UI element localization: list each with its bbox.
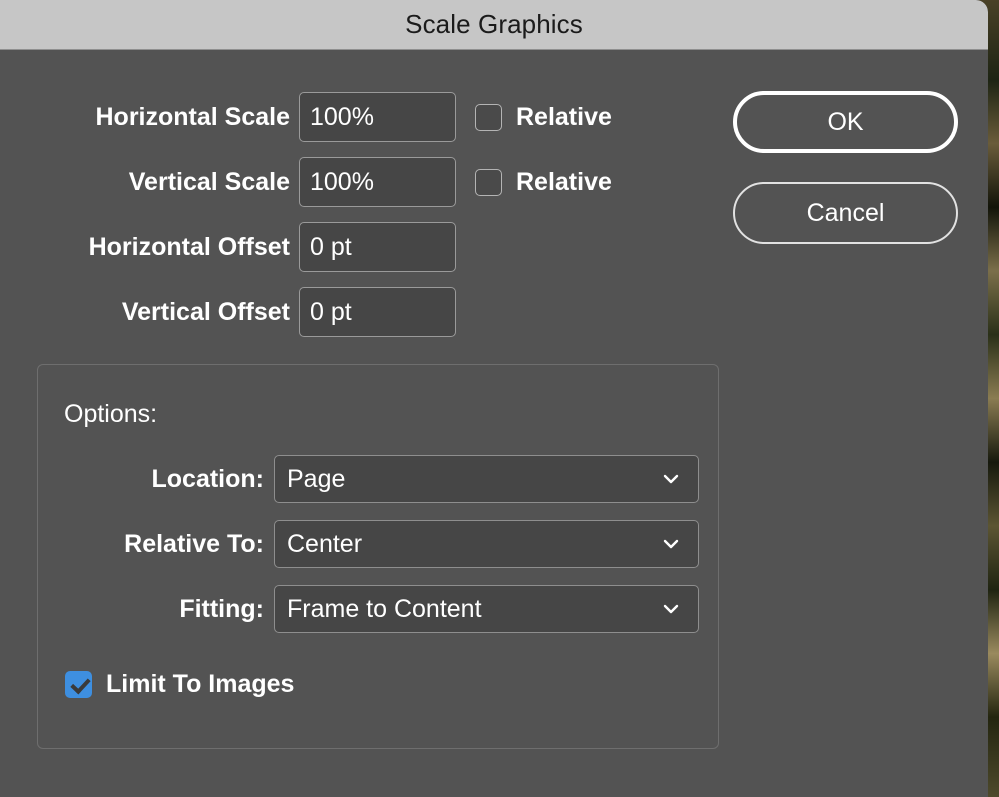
chevron-down-icon [662, 470, 680, 488]
fitting-row: Fitting: Frame to Content [64, 585, 699, 633]
fitting-label: Fitting: [64, 595, 264, 624]
location-label: Location: [64, 465, 264, 494]
vertical-scale-label: Vertical Scale [0, 168, 290, 197]
horizontal-offset-input[interactable] [299, 222, 456, 272]
options-group: Options: Location: Page Relative To: Cen… [37, 364, 719, 749]
vertical-offset-input[interactable] [299, 287, 456, 337]
dialog-title: Scale Graphics [405, 9, 583, 40]
limit-to-images-checkbox[interactable] [65, 671, 92, 698]
limit-to-images-row: Limit To Images [65, 670, 294, 699]
fitting-select[interactable]: Frame to Content [274, 585, 699, 633]
cancel-button[interactable]: Cancel [733, 182, 958, 244]
location-select-value: Page [287, 465, 345, 494]
relative-to-select-value: Center [287, 530, 362, 559]
relative-to-select[interactable]: Center [274, 520, 699, 568]
location-select[interactable]: Page [274, 455, 699, 503]
horizontal-relative-label: Relative [516, 103, 612, 132]
fitting-select-value: Frame to Content [287, 595, 482, 624]
scale-graphics-dialog: Scale Graphics Horizontal Scale Relative… [0, 0, 988, 797]
horizontal-offset-row: Horizontal Offset [0, 222, 470, 272]
vertical-scale-input[interactable] [299, 157, 456, 207]
relative-to-row: Relative To: Center [64, 520, 699, 568]
chevron-down-icon [662, 535, 680, 553]
horizontal-scale-label: Horizontal Scale [0, 103, 290, 132]
dialog-titlebar: Scale Graphics [0, 0, 988, 50]
chevron-down-icon [662, 600, 680, 618]
relative-to-label: Relative To: [64, 530, 264, 559]
horizontal-scale-row: Horizontal Scale Relative [0, 92, 660, 142]
options-group-title: Options: [64, 400, 157, 429]
limit-to-images-label: Limit To Images [106, 670, 294, 699]
vertical-relative-checkbox[interactable] [475, 169, 502, 196]
horizontal-relative-checkbox[interactable] [475, 104, 502, 131]
vertical-relative-label: Relative [516, 168, 612, 197]
vertical-offset-label: Vertical Offset [0, 298, 290, 327]
ok-button[interactable]: OK [733, 91, 958, 153]
location-row: Location: Page [64, 455, 699, 503]
horizontal-scale-input[interactable] [299, 92, 456, 142]
vertical-scale-row: Vertical Scale Relative [0, 157, 660, 207]
vertical-offset-row: Vertical Offset [0, 287, 470, 337]
horizontal-offset-label: Horizontal Offset [0, 233, 290, 262]
